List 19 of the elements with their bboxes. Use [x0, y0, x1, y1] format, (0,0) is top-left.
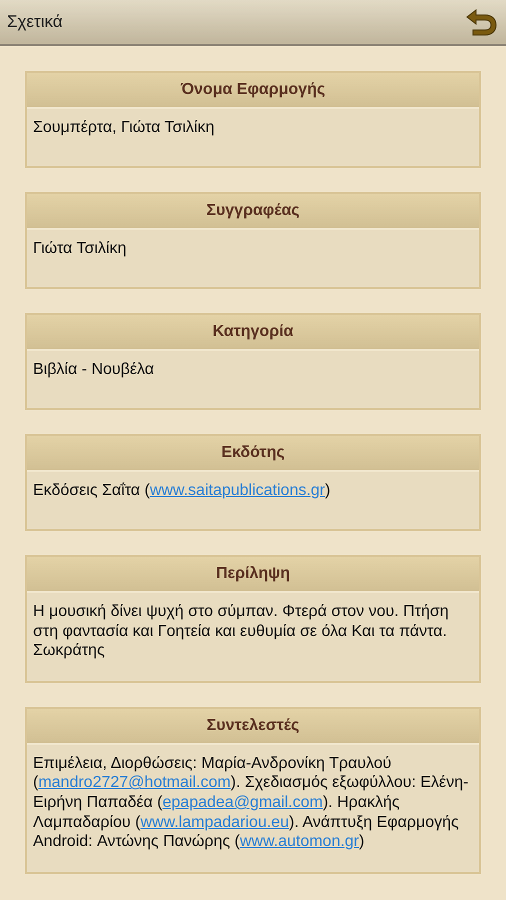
card-heading: Κατηγορία [27, 315, 479, 351]
card-text: Επιμέλεια, Διορθώσεις: Μαρία-Ανδρονίκη Τραυλού (mandro2727@hotmail.com). Σχεδιασμός εξωφύλλου: Ελένη-Ειρήνη Παπαδέα (epapadea@gmail.com). Ηρακλής Λαμπαδαρίου (www.lampadariou.eu). Ανάπτυξη Εφαρμογής Android: Αντώνης Πανώρης (www.automon.gr) [32, 754, 470, 852]
card-text: Η μουσική δίνει ψυχή στο σύμπαν. Φτερά στον νου. Πτήση στη φαντασία και Γοητεία και ευθυμία σε όλα Και τα πάντα. Σωκράτης [32, 602, 450, 662]
link[interactable]: www.lampadariou.eu [140, 814, 289, 831]
card-heading: Συγγραφέας [27, 194, 479, 230]
link[interactable]: www.automon.gr [240, 833, 360, 850]
card-heading: Όνομα Εφαρμογής [27, 73, 479, 109]
card-heading: Εκδότης [27, 436, 479, 472]
link[interactable]: mandro2727@hotmail.com [38, 774, 231, 792]
link[interactable]: www.saitapublications.gr [150, 482, 326, 499]
screen-title: Σχετικά [7, 12, 63, 32]
link[interactable]: epapadea@gmail.com [162, 794, 323, 811]
card-heading: Περίληψη [27, 557, 479, 593]
card-text: Εκδόσεις Σαΐτα (www.saitapublications.gr) [32, 481, 332, 501]
card-text: Σουμπέρτα, Γιώτα Τσιλίκη [32, 118, 216, 138]
card-text: Γιώτα Τσιλίκη [32, 239, 128, 259]
card-heading: Συντελεστές [27, 708, 479, 745]
card-text: Βιβλία - Νουβέλα [32, 360, 155, 380]
back-icon[interactable] [464, 7, 498, 37]
